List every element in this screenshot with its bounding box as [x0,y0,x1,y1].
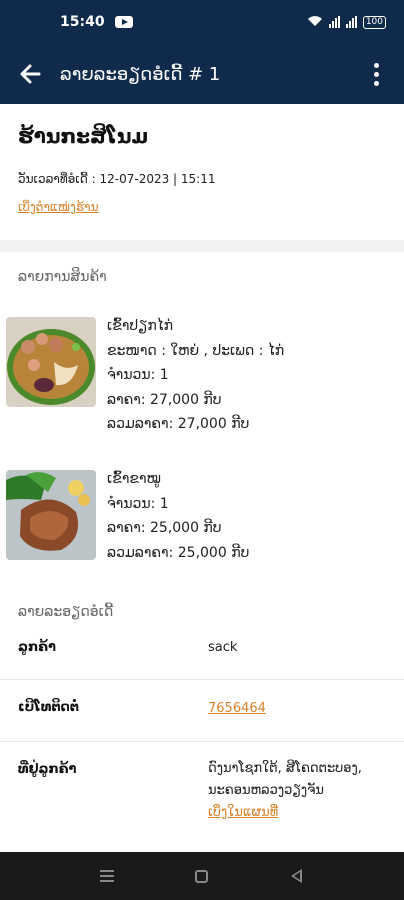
signal-icon [328,16,340,28]
order-items-card: ລາຍການສິນຄ້າ ເຂົ້າປຽກໄກ່ ຂະໜາດ : ໃຫຍ່ , … [0,252,404,852]
status-icons: 100 [307,15,386,30]
signal-icon [345,16,357,28]
customer-value: sack [208,640,238,655]
item-name: ເຂົ້າປຽກໄກ່ [107,318,174,334]
shop-card: ຮ້ານກະສິໂນມ ວັນເວລາທີ່ອໍເດີ້ : 12-07-202… [0,104,404,240]
item-price: ລາຄາ: 25,000 ກີບ [107,520,222,536]
address-text: ດົງນາໂຊກໃຕ້, ສີໂຄດຕະບອງ, ນະຄອນຫລວງວຽງຈັນ [208,761,362,798]
item-total: ລວມລາຄາ: 27,000 ກີບ [107,416,250,432]
list-item[interactable]: ເຂົ້າຂາໝູ ຈຳນວນ: 1 ລາຄາ: 25,000 ກີບ ລວມລ… [0,467,404,567]
menu-icon [100,870,115,882]
shop-name: ຮ້ານກະສິໂນມ [18,124,149,148]
list-item[interactable]: ເຂົ້າປຽກໄກ່ ຂະໜາດ : ໃຫຍ່ , ປະເພດ : ໄກ່ ຈ… [0,314,404,434]
address-label: ທີ່ຢູ່ລູກຄ້າ [18,762,77,777]
item-info: ເຂົ້າຂາໝູ ຈຳນວນ: 1 ລາຄາ: 25,000 ກີບ ລວມລ… [107,467,249,565]
item-options: ຂະໜາດ : ໃຫຍ່ , ປະເພດ : ໄກ່ [107,342,285,359]
items-section-label: ລາຍການສິນຄ້າ [18,269,107,285]
item-total: ລວມລາຄາ: 25,000 ກີບ [107,544,250,561]
youtube-notification-icon [114,16,133,28]
status-time: 15:40 [60,14,105,30]
dot [373,62,379,68]
battery-icon: 100 [362,15,386,29]
back-button[interactable] [0,44,60,104]
system-back-button[interactable] [277,856,317,896]
app-bar: ລາຍລະອຽດອໍເດີ້ # 1 [0,44,404,104]
home-button[interactable] [182,856,222,896]
address-row: ທີ່ຢູ່ລູກຄ້າ ດົງນາໂຊກໃຕ້, ສີໂຄດຕະບອງ, ນະ… [0,742,404,852]
system-nav-bar [0,852,404,900]
recent-apps-button[interactable] [87,856,127,896]
phone-label: ເບີໂທຕິດຕໍ່ [18,700,79,715]
item-price: ລາຄາ: 27,000 ກີບ [107,391,222,408]
wifi-icon [307,15,323,30]
order-date: ວັນເວລາທີ່ອໍເດີ້ : 12-07-2023 | 15:11 [18,172,216,186]
noodle-soup-image [6,317,96,407]
item-name: ເຂົ້າຂາໝູ [107,471,161,487]
arrow-left-icon [20,64,41,84]
item-quantity: ຈຳນວນ: 1 [107,495,169,512]
home-icon [195,869,209,883]
customer-label: ລູກຄ້າ [18,640,56,655]
more-options-button[interactable] [348,44,404,104]
item-quantity: ຈຳນວນ: 1 [107,367,169,383]
dot [373,80,379,86]
dot [373,71,379,77]
triangle-back-icon [291,869,303,883]
phone-row: ເບີໂທຕິດຕໍ່ 7656464 [0,680,404,742]
status-bar: 15:40 100 [0,0,404,44]
item-info: ເຂົ້າປຽກໄກ່ ຂະໜາດ : ໃຫຍ່ , ປະເພດ : ໄກ່ ຈ… [107,314,284,437]
pork-leg-rice-image [6,470,96,560]
shop-location-link[interactable]: ເບິ່ງຕຳແໜ່ງຮ້ານ [18,200,99,214]
address-map-link[interactable]: ເບິ່ງໃນແຜນທີ່ [208,802,278,824]
customer-row: ລູກຄ້າ sack [0,632,404,680]
address-value: ດົງນາໂຊກໃຕ້, ສີໂຄດຕະບອງ, ນະຄອນຫລວງວຽງຈັນ… [208,758,388,824]
phone-link[interactable]: 7656464 [208,701,266,716]
phone-value: 7656464 [208,698,388,720]
order-details-label: ລາຍລະອຽດອໍເດີ້ [18,604,114,620]
page-title: ລາຍລະອຽດອໍເດີ້ # 1 [60,63,221,85]
